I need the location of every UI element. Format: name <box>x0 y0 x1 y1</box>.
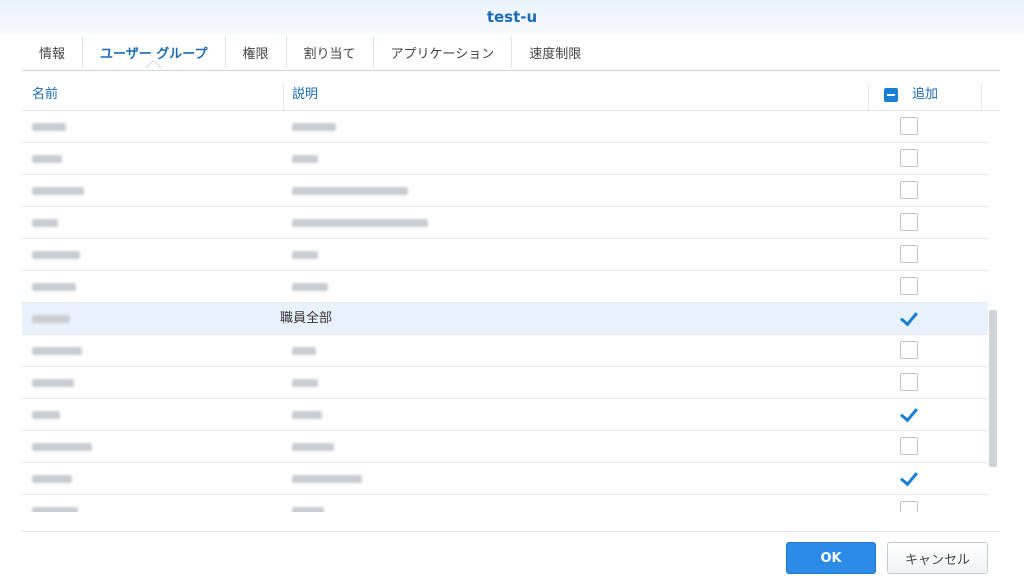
table-row[interactable] <box>22 335 988 367</box>
add-checkbox[interactable] <box>900 373 918 391</box>
add-checkbox[interactable] <box>900 117 918 135</box>
redacted-description <box>292 507 324 512</box>
table-row[interactable] <box>22 207 988 239</box>
footer-divider <box>22 531 1000 532</box>
column-divider <box>868 84 869 110</box>
column-divider <box>283 84 284 110</box>
tab-2[interactable]: 権限 <box>224 36 286 68</box>
tab-3[interactable]: 割り当て <box>285 36 373 68</box>
redacted-name <box>32 475 72 483</box>
tab-5[interactable]: 速度制限 <box>511 36 598 68</box>
add-checkbox[interactable] <box>900 501 918 512</box>
tab-bar: 情報 ユーザー グループ 権限 割り当て アプリケーション 速度制限 <box>22 36 598 68</box>
title-bar: test-u <box>0 0 1024 34</box>
redacted-name <box>32 251 80 259</box>
redacted-description <box>292 411 322 419</box>
redacted-description <box>292 379 318 387</box>
redacted-description <box>292 251 318 259</box>
redacted-name <box>32 507 78 512</box>
redacted-description <box>292 475 362 483</box>
tab-divider <box>22 70 1000 71</box>
table-row[interactable] <box>22 495 988 512</box>
ok-button[interactable]: OK <box>786 542 876 574</box>
column-divider <box>981 84 982 110</box>
add-checkbox[interactable] <box>900 437 918 455</box>
redacted-description <box>292 123 336 131</box>
table-body: 職員全部 <box>22 111 988 512</box>
add-checkbox[interactable] <box>900 277 918 295</box>
add-checkbox-checked[interactable] <box>900 469 918 487</box>
tab-4[interactable]: アプリケーション <box>372 36 512 68</box>
table-row[interactable] <box>22 367 988 399</box>
redacted-name <box>32 411 60 419</box>
redacted-name <box>32 155 62 163</box>
column-header-description[interactable]: 説明 <box>292 80 318 110</box>
redacted-name <box>32 315 70 323</box>
redacted-name <box>32 347 82 355</box>
column-header-add[interactable]: 追加 <box>912 80 938 110</box>
table-row[interactable] <box>22 175 988 207</box>
redacted-description <box>292 283 328 291</box>
tab-0[interactable]: 情報 <box>22 36 82 68</box>
table-row[interactable] <box>22 111 988 143</box>
row-description: 職員全部 <box>280 311 333 326</box>
redacted-description <box>292 347 316 355</box>
add-checkbox-checked[interactable] <box>900 309 918 327</box>
table-row[interactable] <box>22 271 988 303</box>
redacted-description <box>292 219 428 227</box>
redacted-name <box>32 187 84 195</box>
column-header-name[interactable]: 名前 <box>32 80 58 110</box>
redacted-name <box>32 219 58 227</box>
add-checkbox[interactable] <box>900 181 918 199</box>
redacted-name <box>32 283 76 291</box>
add-checkbox[interactable] <box>900 149 918 167</box>
group-table: 名前 説明 追加 職員全部 <box>22 80 1000 512</box>
table-header: 名前 説明 追加 <box>22 80 1000 111</box>
table-row[interactable]: 職員全部 <box>22 303 988 335</box>
table-row[interactable] <box>22 463 988 495</box>
table-row[interactable] <box>22 239 988 271</box>
redacted-name <box>32 379 74 387</box>
window-title: test-u <box>486 8 538 26</box>
cancel-button[interactable]: キャンセル <box>887 542 988 574</box>
redacted-description <box>292 155 318 163</box>
redacted-description <box>292 443 334 451</box>
tab-1[interactable]: ユーザー グループ <box>82 36 225 68</box>
vertical-scrollbar[interactable] <box>989 310 997 467</box>
table-row[interactable] <box>22 143 988 175</box>
select-all-checkbox[interactable] <box>884 88 898 102</box>
add-checkbox[interactable] <box>900 245 918 263</box>
add-checkbox[interactable] <box>900 213 918 231</box>
redacted-name <box>32 123 66 131</box>
table-row[interactable] <box>22 431 988 463</box>
redacted-name <box>32 443 92 451</box>
redacted-description <box>292 187 408 195</box>
add-checkbox-checked[interactable] <box>900 405 918 423</box>
add-checkbox[interactable] <box>900 341 918 359</box>
table-row[interactable] <box>22 399 988 431</box>
